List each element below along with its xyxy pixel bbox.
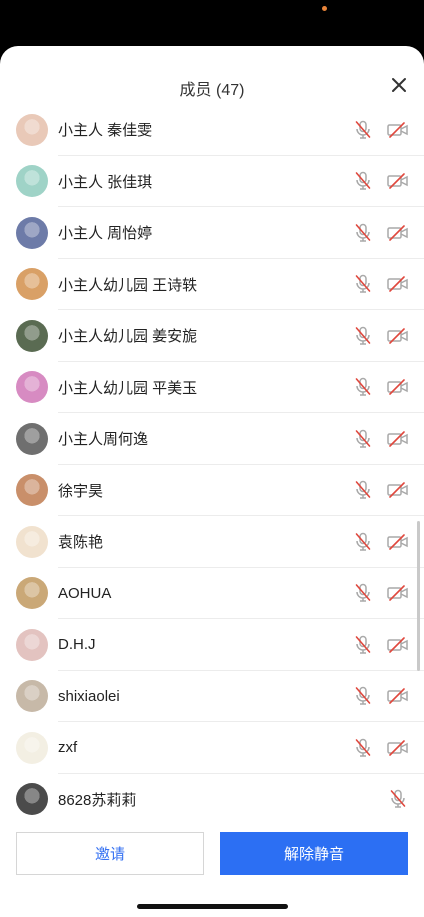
mic-muted-icon[interactable] <box>354 274 372 294</box>
camera-off-icon[interactable] <box>387 121 409 138</box>
mic-muted-icon[interactable] <box>354 635 372 655</box>
member-name: D.H.J <box>58 636 96 654</box>
member-row[interactable]: 徐宇昊 <box>0 465 424 517</box>
member-name: AOHUA <box>58 584 112 602</box>
member-list[interactable]: 小主人 秦佳雯 小主人 张佳琪 小主人 周怡婷小主人幼儿园 王诗轶 小主人幼儿园 姜安… <box>0 104 424 820</box>
member-name: 徐宇昊 <box>58 482 104 500</box>
mic-muted-icon[interactable] <box>354 480 372 500</box>
mic-muted-icon[interactable] <box>354 377 372 397</box>
member-name: zxf <box>58 739 78 757</box>
member-name: 小主人 周怡婷 <box>58 225 153 243</box>
member-row[interactable]: 小主人幼儿园 平美玉 <box>0 362 424 414</box>
scrollbar[interactable] <box>417 521 420 671</box>
avatar <box>16 319 48 352</box>
member-row[interactable]: 8628苏莉莉 <box>0 774 424 821</box>
mic-muted-icon[interactable] <box>354 429 372 449</box>
avatar <box>16 165 48 198</box>
mic-muted-icon[interactable] <box>354 171 372 191</box>
mic-muted-icon[interactable] <box>354 532 372 552</box>
member-row[interactable]: 小主人幼儿园 姜安旎 <box>0 310 424 362</box>
camera-off-icon[interactable] <box>387 739 409 756</box>
member-name: shixiaolei <box>58 687 120 705</box>
member-row[interactable]: 小主人周何逸 <box>0 413 424 465</box>
avatar <box>16 783 48 816</box>
member-row[interactable]: AOHUA <box>0 568 424 620</box>
mic-muted-icon[interactable] <box>354 326 372 346</box>
avatar <box>16 216 48 249</box>
member-row[interactable]: 小主人 秦佳雯 <box>0 104 424 156</box>
avatar <box>16 474 48 507</box>
camera-off-icon[interactable] <box>387 327 409 344</box>
mic-muted-icon[interactable] <box>354 120 372 140</box>
camera-off-icon[interactable] <box>387 533 409 550</box>
camera-off-icon[interactable] <box>387 224 409 241</box>
member-row[interactable]: 小主人幼儿园 王诗轶 <box>0 259 424 311</box>
camera-off-icon[interactable] <box>387 585 409 602</box>
member-name: 小主人幼儿园 姜安旎 <box>58 328 198 346</box>
mic-muted-icon[interactable] <box>354 686 372 706</box>
status-bar <box>0 0 424 46</box>
member-name: 8628苏莉莉 <box>58 791 137 809</box>
member-row[interactable]: zxf <box>0 722 424 774</box>
avatar <box>16 525 48 558</box>
member-row[interactable]: 袁陈艳 <box>0 516 424 568</box>
member-name: 小主人幼儿园 平美玉 <box>58 379 198 397</box>
mic-muted-icon[interactable] <box>354 223 372 243</box>
member-row[interactable]: 小主人 张佳琪 <box>0 156 424 208</box>
mic-muted-icon[interactable] <box>389 789 407 809</box>
mic-muted-icon[interactable] <box>354 738 372 758</box>
sheet-title: 成员 (47) <box>179 82 245 99</box>
avatar <box>16 577 48 610</box>
sheet-header: 成员 (47) <box>0 46 424 108</box>
mic-muted-icon[interactable] <box>354 583 372 603</box>
member-name: 袁陈艳 <box>58 534 104 552</box>
avatar <box>16 268 48 301</box>
invite-button[interactable]: 邀请 <box>16 832 204 875</box>
avatar <box>16 680 48 713</box>
unmute-all-button[interactable]: 解除静音 <box>220 832 408 875</box>
avatar <box>16 113 48 146</box>
camera-off-icon[interactable] <box>387 379 409 396</box>
bottom-bar: 邀请 解除静音 <box>16 832 408 875</box>
camera-off-icon[interactable] <box>387 276 409 293</box>
home-indicator <box>137 904 288 909</box>
member-row[interactable]: shixiaolei <box>0 671 424 723</box>
close-icon[interactable] <box>388 74 410 96</box>
member-name: 小主人幼儿园 王诗轶 <box>58 276 198 294</box>
avatar <box>16 731 48 764</box>
member-row[interactable]: 小主人 周怡婷 <box>0 207 424 259</box>
avatar <box>16 628 48 661</box>
camera-off-icon[interactable] <box>387 430 409 447</box>
member-row[interactable]: D.H.J <box>0 619 424 671</box>
avatar <box>16 422 48 455</box>
member-name: 小主人 张佳琪 <box>58 173 153 191</box>
camera-off-icon[interactable] <box>387 636 409 653</box>
member-name: 小主人周何逸 <box>58 431 149 449</box>
camera-off-icon[interactable] <box>387 173 409 190</box>
camera-off-icon[interactable] <box>387 688 409 705</box>
member-name: 小主人 秦佳雯 <box>58 122 153 140</box>
privacy-indicator-dot <box>322 6 327 11</box>
avatar <box>16 371 48 404</box>
members-sheet: 成员 (47) 小主人 秦佳雯 小主人 张佳琪 小主人 周怡婷小主人幼儿园 王诗轶小… <box>0 46 424 917</box>
camera-off-icon[interactable] <box>387 482 409 499</box>
